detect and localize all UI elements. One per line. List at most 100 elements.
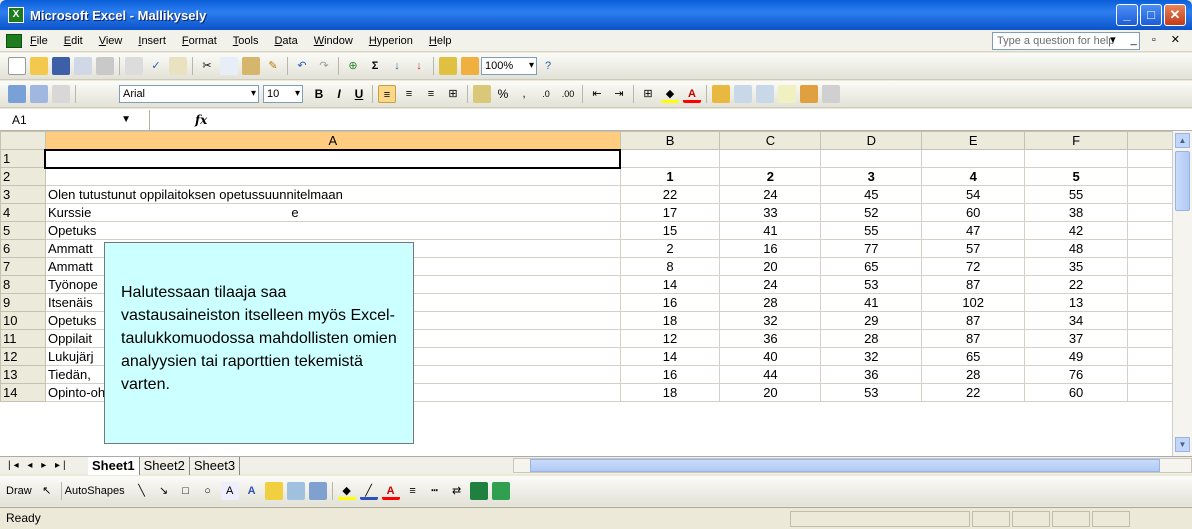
- cell-empty[interactable]: [1127, 293, 1178, 312]
- cell-empty[interactable]: [1127, 239, 1178, 258]
- tab-navigation-arrows[interactable]: |◂ ◂ ▸ ▸|: [0, 460, 88, 471]
- merge-center-icon[interactable]: ⊞: [444, 85, 462, 103]
- cell-value[interactable]: 38: [1024, 203, 1128, 222]
- cell-value[interactable]: 41: [820, 293, 923, 312]
- copy-icon[interactable]: [220, 57, 238, 75]
- cell-value[interactable]: 2: [719, 167, 822, 186]
- align-right-icon[interactable]: ≡: [422, 85, 440, 103]
- vertical-scroll-thumb[interactable]: [1175, 151, 1190, 211]
- fill-color-icon[interactable]: ◆: [661, 85, 679, 103]
- cell-value[interactable]: 5: [1024, 167, 1128, 186]
- research-icon[interactable]: [169, 57, 187, 75]
- reviewing-next-icon[interactable]: [734, 85, 752, 103]
- line-style-icon[interactable]: ≡: [404, 482, 422, 500]
- menu-help[interactable]: Help: [421, 35, 460, 47]
- cell-value[interactable]: 48: [1024, 239, 1128, 258]
- column-header-c[interactable]: C: [719, 131, 822, 150]
- row-header[interactable]: 14: [0, 383, 46, 402]
- cut-icon[interactable]: ✂: [198, 57, 216, 75]
- cell-a[interactable]: [44, 148, 622, 169]
- cell-empty[interactable]: [1127, 167, 1178, 186]
- cell-value[interactable]: 22: [619, 185, 721, 204]
- cell-value[interactable]: 47: [921, 221, 1026, 240]
- comma-style-icon[interactable]: ,: [515, 85, 533, 103]
- menu-tools[interactable]: Tools: [225, 35, 267, 47]
- vertical-scrollbar[interactable]: ▲ ▼: [1172, 131, 1192, 456]
- select-all-corner[interactable]: [0, 131, 46, 150]
- menu-window[interactable]: Window: [306, 35, 361, 47]
- oval-icon[interactable]: ○: [199, 482, 217, 500]
- 3d-style-icon[interactable]: [491, 482, 510, 500]
- cell-value[interactable]: 17: [619, 203, 721, 222]
- format-painter-icon[interactable]: ✎: [264, 57, 282, 75]
- horizontal-scrollbar[interactable]: [513, 458, 1192, 473]
- tab-sheet1[interactable]: Sheet1: [88, 456, 140, 475]
- cell-empty[interactable]: [1127, 257, 1178, 276]
- horizontal-scroll-thumb[interactable]: [530, 459, 1160, 472]
- cell-value[interactable]: 20: [719, 383, 822, 402]
- cell-value[interactable]: 37: [1024, 329, 1128, 348]
- autosum-icon[interactable]: Σ: [366, 57, 384, 75]
- cell-value[interactable]: 24: [719, 275, 822, 294]
- column-header-b[interactable]: B: [619, 131, 721, 150]
- cell-value[interactable]: 22: [921, 383, 1026, 402]
- cell-value[interactable]: 65: [820, 257, 923, 276]
- line-icon[interactable]: ╲: [133, 482, 151, 500]
- cell-a[interactable]: [44, 167, 621, 186]
- column-header-g[interactable]: [1127, 131, 1178, 150]
- borders-icon[interactable]: ⊞: [639, 85, 657, 103]
- mdi-window-controls[interactable]: ▾ _ ▫ ✕: [1110, 33, 1186, 46]
- cell-value[interactable]: 14: [619, 347, 721, 366]
- highlight-icon[interactable]: [800, 85, 818, 103]
- clipart-icon[interactable]: [286, 482, 305, 500]
- cell-value[interactable]: 35: [1024, 257, 1128, 276]
- cell-value[interactable]: 16: [719, 239, 822, 258]
- row-header[interactable]: 12: [0, 347, 46, 366]
- menu-file[interactable]: File: [22, 35, 56, 47]
- underline-button[interactable]: U: [349, 85, 369, 103]
- cell-value[interactable]: 4: [921, 167, 1026, 186]
- cell-value[interactable]: 22: [1024, 275, 1128, 294]
- new-icon[interactable]: [8, 57, 26, 75]
- bold-button[interactable]: B: [309, 85, 329, 103]
- tab-sheet3[interactable]: Sheet3: [190, 456, 241, 475]
- cell-a[interactable]: Kurssie e: [44, 203, 621, 222]
- autoshapes-menu[interactable]: AutoShapes: [65, 485, 125, 497]
- cell-value[interactable]: 28: [921, 365, 1026, 384]
- arrow-icon[interactable]: ↘: [155, 482, 173, 500]
- cell-empty[interactable]: [1127, 221, 1178, 240]
- cell-value[interactable]: 65: [921, 347, 1026, 366]
- column-header-d[interactable]: D: [820, 131, 923, 150]
- menu-data[interactable]: Data: [266, 35, 305, 47]
- shadow-icon[interactable]: [469, 482, 488, 500]
- cell-value[interactable]: 14: [619, 275, 721, 294]
- cell-value[interactable]: 32: [719, 311, 822, 330]
- tab-sheet2[interactable]: Sheet2: [140, 456, 190, 475]
- menu-hyperion[interactable]: Hyperion: [361, 35, 421, 47]
- cell-value[interactable]: 28: [719, 293, 822, 312]
- textbox-icon[interactable]: A: [220, 482, 239, 500]
- chevron-down-icon[interactable]: ▼: [121, 110, 131, 130]
- cell-value[interactable]: 33: [719, 203, 822, 222]
- cell-value[interactable]: 24: [719, 185, 822, 204]
- row-header[interactable]: 3: [0, 185, 46, 204]
- row-header[interactable]: 5: [0, 221, 46, 240]
- cell-value[interactable]: 32: [820, 347, 923, 366]
- line-color-icon[interactable]: ╱: [359, 482, 378, 500]
- cell-empty[interactable]: [1127, 347, 1178, 366]
- cell-empty[interactable]: [1127, 275, 1178, 294]
- row-header[interactable]: 1: [0, 149, 46, 168]
- undo-icon[interactable]: ↶: [293, 57, 311, 75]
- align-center-icon[interactable]: ≡: [400, 85, 418, 103]
- cell-value[interactable]: 60: [1024, 383, 1128, 402]
- currency-icon[interactable]: [473, 85, 491, 103]
- cell-value[interactable]: 55: [820, 221, 923, 240]
- spelling-icon[interactable]: ✓: [147, 57, 165, 75]
- paste-icon[interactable]: [242, 57, 260, 75]
- diagram-icon[interactable]: [264, 482, 283, 500]
- cell-value[interactable]: 45: [820, 185, 923, 204]
- menu-insert[interactable]: Insert: [130, 35, 174, 47]
- cell-value[interactable]: 13: [1024, 293, 1128, 312]
- reviewing-prev-icon[interactable]: [756, 85, 774, 103]
- cell-value[interactable]: 102: [921, 293, 1026, 312]
